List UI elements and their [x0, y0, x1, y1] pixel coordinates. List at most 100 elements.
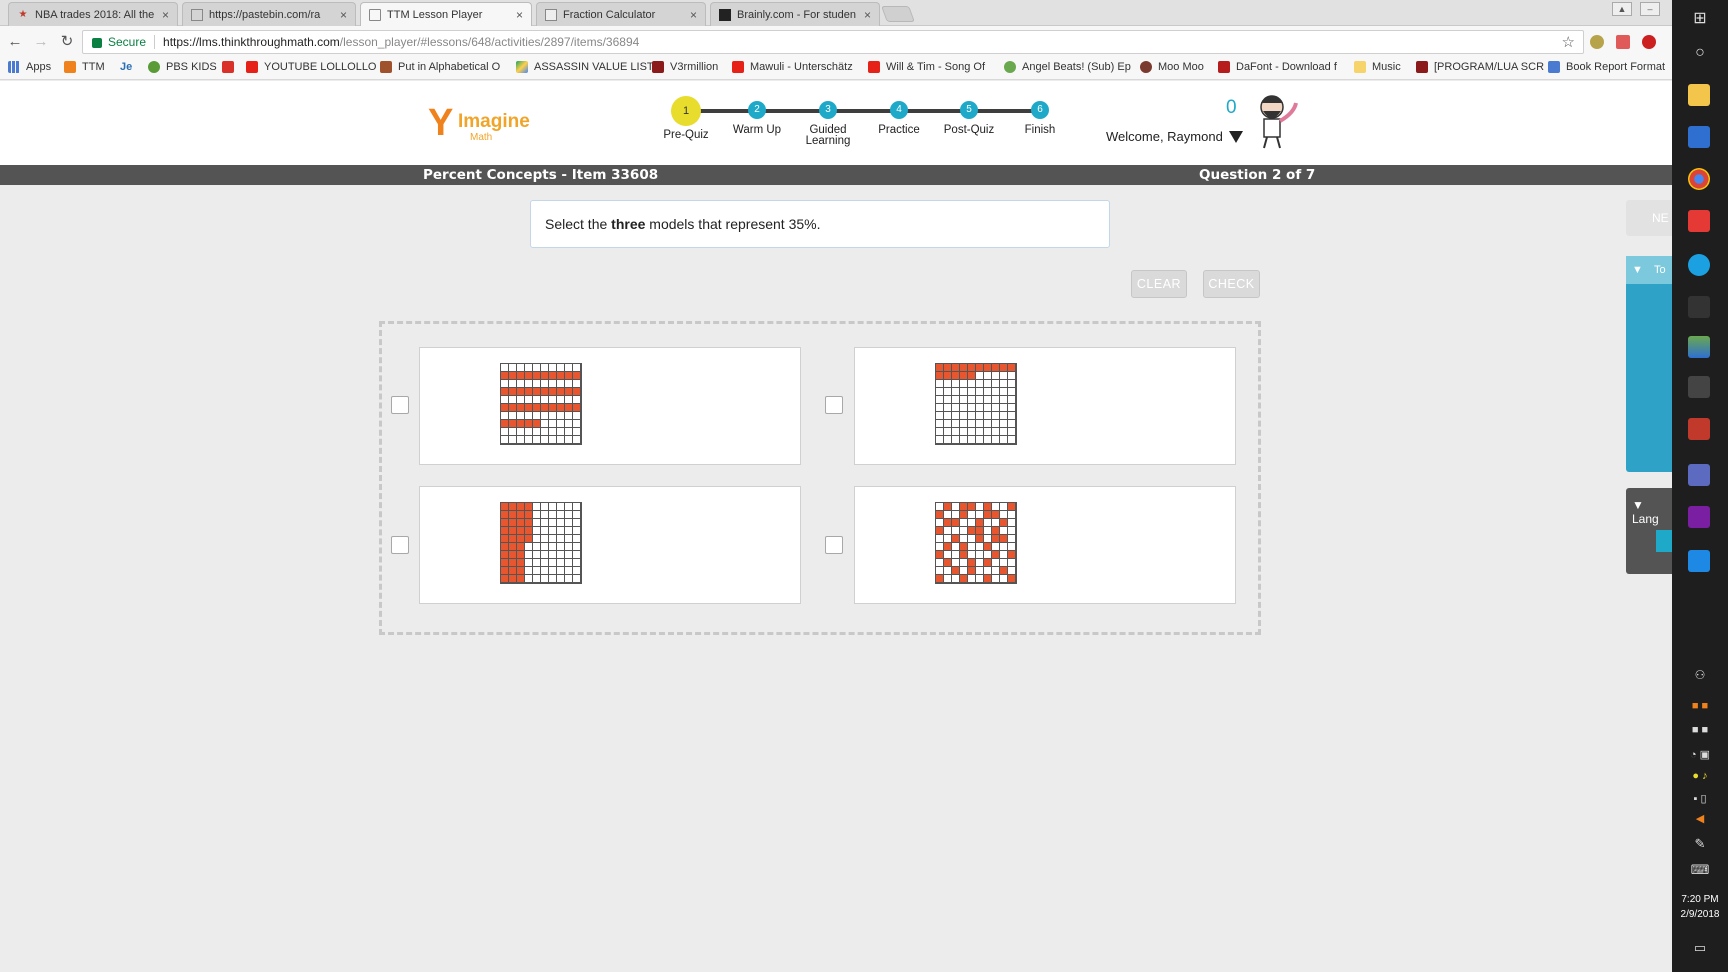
tab-title: https://pastebin.com/ra [209, 8, 321, 21]
grid-cell [517, 503, 525, 511]
bookmark-angel-beats[interactable]: Angel Beats! (Sub) Ep [1004, 61, 1131, 73]
tray-icon[interactable]: ◀ [1672, 812, 1728, 825]
bookmark-youtube[interactable]: YOUTUBE LOLLOLLO [246, 61, 377, 73]
new-tab-button[interactable] [881, 6, 915, 22]
people-icon[interactable]: ⚇ [1672, 668, 1728, 682]
imagine-math-logo[interactable]: Y Imagine Math [428, 103, 538, 145]
tab-pastebin[interactable]: https://pastebin.com/ra × [182, 2, 356, 26]
bookmark-music[interactable]: Music [1354, 61, 1401, 73]
skype-icon[interactable] [1688, 254, 1710, 276]
option-a-card[interactable] [419, 347, 801, 465]
bookmark-moo-moo[interactable]: Moo Moo [1140, 61, 1204, 73]
calculator-icon[interactable] [1688, 296, 1710, 318]
profile-icon[interactable]: ▲ [1612, 2, 1632, 16]
avatar[interactable] [1250, 91, 1300, 149]
app-icon[interactable] [1688, 550, 1710, 572]
clock-date: 2/9/2018 [1680, 909, 1720, 920]
grid-cell [573, 567, 581, 575]
grid-cell [533, 527, 541, 535]
option-d-card[interactable] [854, 486, 1236, 604]
app-icon[interactable] [1688, 506, 1710, 528]
roblox-icon[interactable] [1688, 210, 1710, 232]
user-menu[interactable]: Welcome, Raymond [1106, 129, 1243, 144]
pen-icon[interactable]: ✎ [1672, 836, 1728, 852]
volume-icon[interactable]: ● ♪ [1672, 770, 1728, 782]
bookmark-star-icon[interactable]: ☆ [1562, 33, 1575, 51]
file-explorer-icon[interactable] [1688, 84, 1710, 106]
bookmark-dafont[interactable]: DaFont - Download f [1218, 61, 1337, 73]
option-d-checkbox[interactable] [825, 536, 843, 554]
tab-brainly[interactable]: Brainly.com - For studen × [710, 2, 880, 26]
battery-icon[interactable]: ▪ ▯ [1672, 792, 1728, 805]
app-icon[interactable] [1688, 418, 1710, 440]
grid-cell [984, 380, 992, 388]
tray-icons[interactable]: ■ ■ [1672, 700, 1728, 712]
bookmark-pbs-kids[interactable]: PBS KIDS [148, 61, 217, 73]
close-icon[interactable]: × [340, 8, 347, 22]
windows-start-icon[interactable]: ⊞ [1672, 8, 1728, 28]
extension-icon[interactable] [1590, 35, 1604, 49]
extension-icon[interactable] [1616, 35, 1630, 49]
anime-icon [1004, 61, 1016, 73]
bookmark-v3rmillion[interactable]: V3rmillion [652, 61, 718, 73]
grid-cell [517, 551, 525, 559]
close-icon[interactable]: × [516, 8, 523, 22]
grid-cell [533, 511, 541, 519]
back-arrow-icon[interactable]: ← [6, 33, 24, 51]
grid-cell [952, 551, 960, 559]
tray-icons[interactable]: ■ ■ [1672, 724, 1728, 736]
bookmark-mawuli[interactable]: Mawuli - Unterschätz [732, 61, 853, 73]
option-b-checkbox[interactable] [825, 396, 843, 414]
bookmark-assassin[interactable]: ASSASSIN VALUE LIST [516, 61, 654, 73]
language-panel[interactable]: ▼ Lang [1626, 488, 1672, 574]
grid-cell [936, 404, 944, 412]
epic-games-icon[interactable] [1688, 376, 1710, 398]
option-c-checkbox[interactable] [391, 536, 409, 554]
keyboard-icon[interactable]: ⌨ [1672, 862, 1728, 878]
app-icon[interactable] [1688, 336, 1710, 358]
notifications-icon[interactable]: ▭ [1672, 940, 1728, 956]
app-icon[interactable] [1688, 464, 1710, 486]
option-b-card[interactable] [854, 347, 1236, 465]
chrome-icon[interactable] [1688, 168, 1710, 190]
close-icon[interactable]: × [162, 8, 169, 22]
forward-arrow-icon[interactable]: → [32, 33, 50, 51]
grid-cell [960, 412, 968, 420]
next-button[interactable]: NE [1626, 200, 1672, 236]
close-icon[interactable]: × [864, 8, 871, 22]
grid-cell [557, 428, 565, 436]
tab-nba-trades[interactable]: ★ NBA trades 2018: All the × [8, 2, 178, 26]
option-a-checkbox[interactable] [391, 396, 409, 414]
bookmark-book-report[interactable]: Book Report Format [1548, 61, 1665, 73]
close-icon[interactable]: × [690, 8, 697, 22]
tab-ttm-lesson-player[interactable]: TTM Lesson Player × [360, 2, 532, 27]
bookmark-je[interactable]: Je [120, 61, 132, 73]
opera-icon[interactable] [1642, 35, 1656, 49]
grid-cell [992, 388, 1000, 396]
address-bar[interactable]: Secure https://lms.thinkthroughmath.com … [82, 30, 1584, 54]
option-c-card[interactable] [419, 486, 801, 604]
grid-cell [1000, 527, 1008, 535]
clear-button[interactable]: CLEAR [1131, 270, 1187, 298]
search-icon[interactable]: ○ [1672, 44, 1728, 62]
bookmark-apps[interactable]: Apps [8, 61, 51, 73]
system-clock[interactable]: 7:20 PM 2/9/2018 [1672, 892, 1728, 922]
check-button[interactable]: CHECK [1203, 270, 1260, 298]
bookmark-roblox[interactable] [222, 61, 240, 73]
minimize-icon[interactable]: – [1640, 2, 1660, 16]
grid-cell [533, 396, 541, 404]
tab-fraction-calculator[interactable]: Fraction Calculator × [536, 2, 706, 26]
wifi-icon[interactable]: ◔ ▣ [1672, 748, 1728, 761]
question-prompt: Select the three models that represent 3… [530, 200, 1110, 248]
reload-icon[interactable]: ↻ [58, 33, 76, 51]
bookmark-program-lua[interactable]: [PROGRAM/LUA SCR [1416, 61, 1544, 73]
tools-panel[interactable]: ▼ To [1626, 256, 1672, 472]
grid-cell [1000, 364, 1008, 372]
bookmark-ttm[interactable]: TTM [64, 61, 105, 73]
grid-cell [952, 404, 960, 412]
bookmark-alphabetical[interactable]: Put in Alphabetical O [380, 61, 500, 73]
tools-panel-header[interactable]: ▼ To [1626, 256, 1672, 284]
language-english-button[interactable] [1656, 530, 1672, 552]
bookmark-will-tim[interactable]: Will & Tim - Song Of [868, 61, 985, 73]
store-icon[interactable] [1688, 126, 1710, 148]
